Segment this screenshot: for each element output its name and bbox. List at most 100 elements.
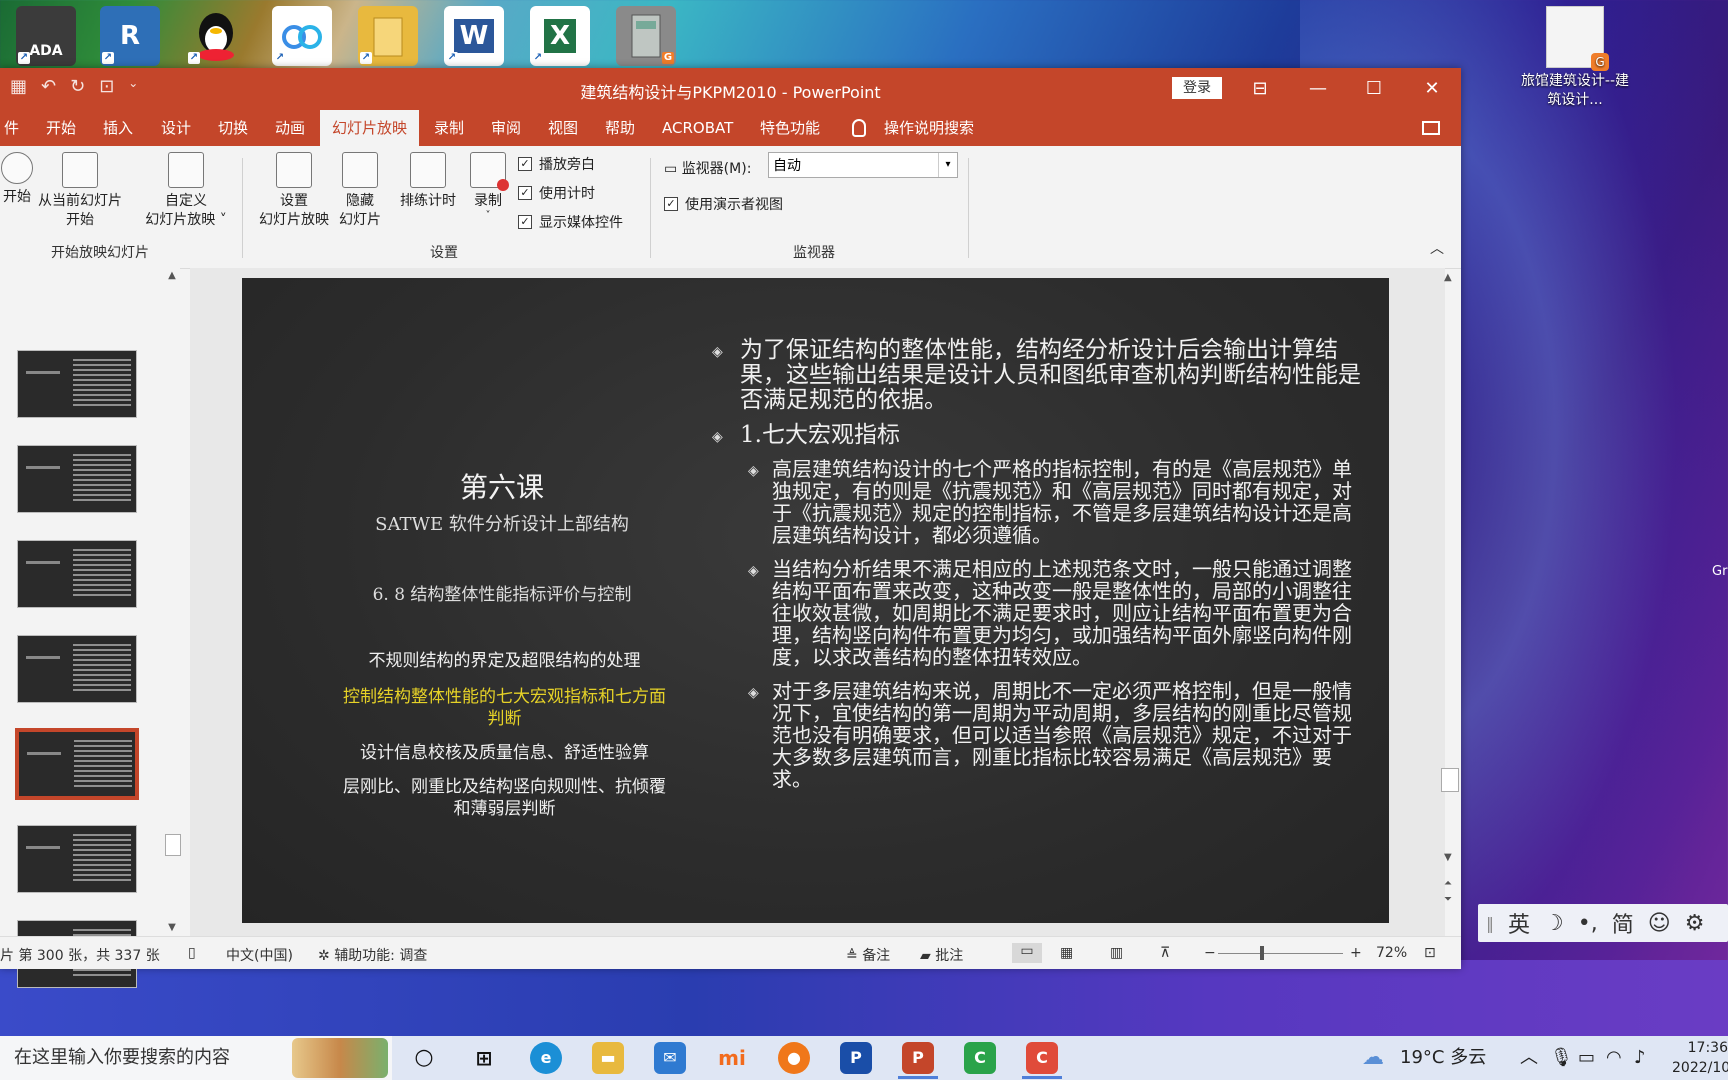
rehearse-timings-button[interactable]: 排练计时 — [396, 146, 460, 211]
tab-transitions[interactable]: 切换 — [218, 110, 248, 146]
tab-slideshow[interactable]: 幻灯片放映 — [320, 110, 420, 146]
record-button[interactable]: 录制 ˅ — [464, 146, 512, 221]
slide-thumbnail[interactable] — [17, 825, 137, 893]
custom-slideshow-button[interactable]: 自定义 幻灯片放映 ˅ — [138, 146, 234, 230]
slide-sorter-icon[interactable]: ▦ — [1060, 945, 1073, 961]
setup-slideshow-button[interactable]: 设置 幻灯片放映 — [254, 146, 334, 230]
accessibility-status[interactable]: ✲ 辅助功能: 调查 — [318, 945, 427, 965]
comments-button[interactable]: ▰ 批注 — [920, 945, 963, 965]
weather-text[interactable]: 19°C 多云 — [1400, 1036, 1486, 1080]
tab-insert[interactable]: 插入 — [103, 110, 133, 146]
autocad-ada-icon[interactable]: ADA ↗ — [16, 6, 76, 66]
battery-icon[interactable]: ▭ — [1578, 1036, 1595, 1080]
gear-icon[interactable]: ⚙ — [1685, 911, 1705, 936]
use-timings-checkbox[interactable]: ✓ 使用计时 — [518, 183, 595, 203]
tab-features[interactable]: 特色功能 — [760, 110, 820, 146]
excel-icon[interactable]: X ↗ — [530, 6, 590, 66]
thumbnail-scrollbar[interactable]: ▲ ▼ — [164, 270, 181, 940]
ribbon-display-options-icon[interactable]: ⊟ — [1232, 72, 1288, 106]
mail-icon[interactable]: ✉ — [654, 1042, 686, 1074]
show-media-controls-checkbox[interactable]: ✓ 显示媒体控件 — [518, 212, 623, 232]
tell-me-search[interactable]: 操作说明搜索 — [884, 110, 974, 146]
zoom-in-button[interactable]: + — [1350, 945, 1362, 961]
software-icon[interactable]: G — [616, 6, 676, 66]
comments-icon[interactable] — [1422, 121, 1440, 135]
wifi-icon[interactable]: ◠ — [1606, 1036, 1622, 1080]
spellcheck-icon[interactable]: ▯ — [188, 945, 196, 961]
weather-cloud-icon[interactable]: ☁ — [1362, 1036, 1384, 1080]
slideshow-view-icon[interactable]: ⊼ — [1160, 945, 1170, 961]
slide-thumbnail[interactable] — [17, 445, 137, 513]
maximize-button[interactable]: ☐ — [1346, 72, 1402, 106]
slide-thumbnail[interactable] — [17, 350, 137, 418]
minimize-button[interactable]: — — [1290, 72, 1346, 106]
fit-to-window-icon[interactable]: ⊡ — [1424, 945, 1436, 961]
mi-icon[interactable]: mi — [716, 1042, 748, 1074]
qq-icon[interactable]: ↗ — [186, 6, 246, 66]
desktop-file-icon[interactable]: G 旅馆建筑设计--建筑设计... — [1520, 6, 1630, 110]
slide-thumbnail[interactable] — [17, 635, 137, 703]
volume-icon[interactable]: ♪ — [1634, 1036, 1646, 1080]
notes-button[interactable]: ≜ 备注 — [846, 945, 890, 965]
word-icon[interactable]: W ↗ — [444, 6, 504, 66]
tab-review[interactable]: 审阅 — [491, 110, 521, 146]
red-app-icon[interactable]: C — [1026, 1042, 1058, 1074]
tab-record[interactable]: 录制 — [434, 110, 464, 146]
ime-drag-handle[interactable]: ‖ — [1486, 914, 1494, 933]
slide-thumbnail-selected[interactable] — [15, 728, 139, 800]
file-explorer-icon[interactable]: ▬ — [592, 1042, 624, 1074]
baidu-netdisk-icon[interactable]: ↗ — [272, 6, 332, 66]
normal-view-icon[interactable]: ▭ — [1012, 943, 1042, 963]
slide-thumbnail[interactable] — [17, 540, 137, 608]
cortana-icon[interactable]: ○ — [408, 1042, 440, 1074]
moon-icon[interactable]: ☽ — [1544, 911, 1564, 936]
comment-icon: ▰ — [920, 948, 936, 964]
hide-slide-button[interactable]: 隐藏 幻灯片 — [336, 146, 384, 230]
zoom-slider[interactable] — [1218, 953, 1343, 954]
group-divider — [968, 158, 969, 258]
tab-home[interactable]: 开始 — [46, 110, 76, 146]
simplified-toggle[interactable]: 简 — [1612, 907, 1634, 939]
language-status[interactable]: 中文(中国) — [226, 945, 293, 965]
chevron-up-icon[interactable]: ︿ — [1520, 1036, 1538, 1080]
zoom-level[interactable]: 72% — [1376, 945, 1407, 961]
play-narrations-checkbox[interactable]: ✓ 播放旁白 — [518, 154, 595, 174]
task-view-icon[interactable]: ⊞ — [468, 1042, 500, 1074]
active-app-indicator — [898, 1076, 938, 1079]
tab-design[interactable]: 设计 — [161, 110, 191, 146]
tab-view[interactable]: 视图 — [548, 110, 578, 146]
firefox-icon[interactable]: ● — [778, 1042, 810, 1074]
tab-help[interactable]: 帮助 — [605, 110, 635, 146]
collapse-ribbon-icon[interactable]: ︿ — [1430, 238, 1444, 258]
presenter-view-checkbox[interactable]: ✓ 使用演示者视图 — [664, 194, 783, 214]
editor-scrollbar[interactable]: ▲ ▼ ⏶ ⏷ — [1440, 270, 1460, 905]
current-slide[interactable]: 第六课 SATWE 软件分析设计上部结构 6. 8 结构整体性能指标评价与控制 … — [242, 278, 1389, 923]
from-current-slide-button[interactable]: 从当前幻灯片 开始 — [34, 146, 126, 230]
pkpm-icon[interactable]: P — [840, 1042, 872, 1074]
tab-animations[interactable]: 动画 — [275, 110, 305, 146]
emoji-icon[interactable]: ☺ — [1648, 911, 1671, 936]
revit-icon[interactable]: R ↗ — [100, 6, 160, 66]
slide-topic: 不规则结构的界定及超限结构的处理 — [368, 651, 641, 671]
zoom-out-button[interactable]: − — [1204, 945, 1216, 961]
from-beginning-button[interactable]: 开始 — [0, 146, 34, 207]
tab-acrobat[interactable]: ACROBAT — [662, 110, 733, 146]
folder-icon[interactable]: ↗ — [358, 6, 418, 66]
reading-view-icon[interactable]: ▥ — [1110, 945, 1123, 961]
tab-file[interactable]: 件 — [0, 110, 23, 146]
login-button[interactable]: 登录 — [1172, 77, 1222, 99]
custom-show-icon — [168, 152, 204, 188]
close-button[interactable]: ✕ — [1404, 72, 1460, 106]
punctuation-toggle[interactable]: •, — [1578, 911, 1598, 936]
monitor-select[interactable]: 自动 ▾ — [768, 152, 958, 178]
microphone-icon[interactable]: 🎙 — [1550, 1036, 1573, 1080]
group-label-start: 开始放映幻灯片 — [51, 245, 149, 261]
system-clock[interactable]: 17:36 2022/10 — [1672, 1038, 1728, 1078]
zoom-slider-thumb[interactable] — [1260, 946, 1264, 960]
taskbar-search[interactable]: 在这里输入你要搜索的内容 — [0, 1036, 392, 1080]
powerpoint-taskbar-icon[interactable]: P — [902, 1042, 934, 1074]
green-app-icon[interactable]: C — [964, 1042, 996, 1074]
ime-language-toggle[interactable]: 英 — [1508, 907, 1530, 939]
edge-icon[interactable]: e — [530, 1042, 562, 1074]
ribbon-tabs: 件 开始 插入 设计 切换 动画 幻灯片放映 录制 审阅 视图 帮助 ACROB… — [0, 110, 1461, 146]
